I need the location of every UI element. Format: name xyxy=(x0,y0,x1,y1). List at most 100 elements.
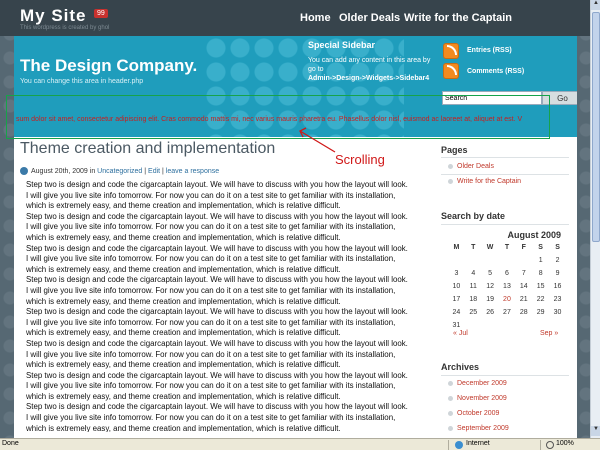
calendar-day: 12 xyxy=(486,283,494,290)
divider xyxy=(448,440,449,450)
vertical-scrollbar[interactable]: ▲ ▼ xyxy=(590,0,600,438)
bullet-icon xyxy=(448,410,453,416)
post-body: Step two is design and code the cigarcap… xyxy=(26,180,408,432)
scroll-thumb[interactable] xyxy=(592,12,600,242)
sidebar-page-older-deals[interactable]: Older Deals xyxy=(448,163,494,170)
calendar-day: 16 xyxy=(553,283,562,290)
zoom-level[interactable]: 100% xyxy=(556,440,574,447)
calendar-day: 9 xyxy=(555,270,560,277)
calendar-month: August 2009 xyxy=(507,230,561,240)
calendar-day: 24 xyxy=(452,309,461,316)
divider xyxy=(540,440,541,450)
calendar-weekday-row: MTWTFSS xyxy=(448,241,566,254)
divider xyxy=(441,375,569,376)
calendar-weekday: W xyxy=(486,244,494,251)
category-link[interactable]: Uncategorized xyxy=(97,168,142,175)
calendar-weekday: M xyxy=(453,244,460,251)
sidebar-page-label: Older Deals xyxy=(457,163,494,170)
calendar-day: 28 xyxy=(519,309,528,316)
calendar-week: 17 18 19 20 21 22 23 xyxy=(448,293,566,306)
internet-zone-globe-icon xyxy=(455,441,463,449)
scroll-down-arrow-icon[interactable]: ▼ xyxy=(591,426,600,436)
sidebar-page-write-for-the-captain[interactable]: Write for the Captain xyxy=(448,178,521,185)
calendar-day xyxy=(499,254,516,267)
calendar-days: 1 2 3 4 5 6 7 8 9 10 11 12 13 14 15 16 17 18 19 20 21 22 23 24 2… xyxy=(448,254,566,332)
archive-label: October 2009 xyxy=(457,410,500,417)
calendar-day: 27 xyxy=(503,309,511,316)
calendar-day: 23 xyxy=(553,296,562,303)
calendar-day: 21 xyxy=(519,296,528,303)
zoom-magnifier-icon[interactable] xyxy=(546,441,554,449)
security-zone: Internet xyxy=(466,440,490,447)
calendar-week: 24 25 26 27 28 29 30 xyxy=(448,306,566,319)
calendar-day xyxy=(482,254,499,267)
rss-comments-link[interactable]: Comments (RSS) xyxy=(467,68,524,75)
special-sidebar-text: You can add any content in this area by … xyxy=(308,56,438,83)
leave-response-link[interactable]: leave a response xyxy=(166,168,219,175)
post-paragraph: Step two is design and code the cigarcap… xyxy=(26,370,408,401)
nav-link-write-for-the-captain[interactable]: Write for the Captain xyxy=(404,12,512,24)
browser-viewport: My Site 99 This wordpress is created by … xyxy=(0,0,590,438)
calendar-day: 29 xyxy=(536,309,545,316)
calendar-day xyxy=(482,319,499,332)
comment-count-badge: 99 xyxy=(94,9,108,18)
calendar-day: 25 xyxy=(469,309,478,316)
calendar-day: 26 xyxy=(486,309,494,316)
site-title[interactable]: My Site xyxy=(20,6,87,26)
calendar-week: 10 11 12 13 14 15 16 xyxy=(448,280,566,293)
header-subtitle: You can change this area in header.php xyxy=(20,78,144,85)
calendar-day: 6 xyxy=(505,270,509,277)
calendar-week: 3 4 5 6 7 8 9 xyxy=(448,267,566,280)
calendar-prev-month[interactable]: « Jul xyxy=(453,330,468,337)
rss-entries-icon[interactable] xyxy=(443,43,459,59)
calendar-weekday: F xyxy=(521,244,526,251)
scrolling-annotation: Scrolling xyxy=(335,152,385,167)
calendar-day: 1 xyxy=(538,257,543,264)
archive-link[interactable]: October 2009 xyxy=(448,410,499,417)
calendar-day[interactable]: 20 xyxy=(499,293,516,306)
calendar: August 2009 MTWTFSS 1 2 3 4 5 6 7 8 9 10 11 12 13 14 1… xyxy=(448,230,566,332)
calendar-day: 22 xyxy=(536,296,545,303)
calendar-day: 15 xyxy=(536,283,545,290)
edit-link[interactable]: Edit xyxy=(148,168,160,175)
calendar-weekday: S xyxy=(538,244,543,251)
archive-link[interactable]: December 2009 xyxy=(448,380,507,387)
calendar-day: 8 xyxy=(538,270,543,277)
calendar-day: 13 xyxy=(503,283,511,290)
header-title: The Design Company. xyxy=(20,56,198,75)
nav-link-older-deals[interactable]: Older Deals xyxy=(339,12,400,24)
calendar-day: 3 xyxy=(454,270,459,277)
calendar-day xyxy=(499,319,516,332)
calendar-day: 11 xyxy=(469,283,477,290)
calendar-day xyxy=(515,254,532,267)
post-paragraph: Step two is design and code the cigarcap… xyxy=(26,338,408,370)
special-sidebar-title: Special Sidebar xyxy=(308,40,376,50)
top-navigation-bar: My Site 99 This wordpress is created by … xyxy=(0,0,590,36)
archive-link[interactable]: September 2009 xyxy=(448,425,509,432)
calendar-day xyxy=(465,254,482,267)
special-sidebar-path: Admin->Design->Widgets->Sidebar4 xyxy=(308,75,430,82)
divider xyxy=(441,174,569,175)
calendar-week: 12 xyxy=(448,254,566,267)
post-paragraph: Step two is design and code the cigarcap… xyxy=(26,180,408,211)
calendar-day: 7 xyxy=(521,270,526,277)
site-tagline: This wordpress is created by ghol xyxy=(20,25,110,31)
calendar-day: 17 xyxy=(452,296,461,303)
post-date-icon xyxy=(20,167,28,175)
archive-label: December 2009 xyxy=(457,380,507,387)
divider xyxy=(441,224,569,225)
rss-comments-icon[interactable] xyxy=(443,63,459,79)
post-paragraph: Step two is design and code the cigarcap… xyxy=(26,243,408,274)
post-paragraph: Step two is design and code the cigarcap… xyxy=(26,275,408,306)
post-title[interactable]: Theme creation and implementation xyxy=(20,140,275,158)
scroll-up-arrow-icon[interactable]: ▲ xyxy=(591,0,600,10)
calendar-day: 19 xyxy=(486,296,494,303)
calendar-next-month[interactable]: Sep » xyxy=(540,330,558,337)
archive-link[interactable]: November 2009 xyxy=(448,395,507,402)
sidebar-page-label: Write for the Captain xyxy=(457,178,522,185)
calendar-weekday: S xyxy=(555,244,560,251)
bullet-icon xyxy=(448,425,453,431)
rss-entries-link[interactable]: Entries (RSS) xyxy=(467,47,512,54)
nav-link-home[interactable]: Home xyxy=(300,12,331,24)
post-paragraph: Step two is design and code the cigarcap… xyxy=(26,211,408,242)
